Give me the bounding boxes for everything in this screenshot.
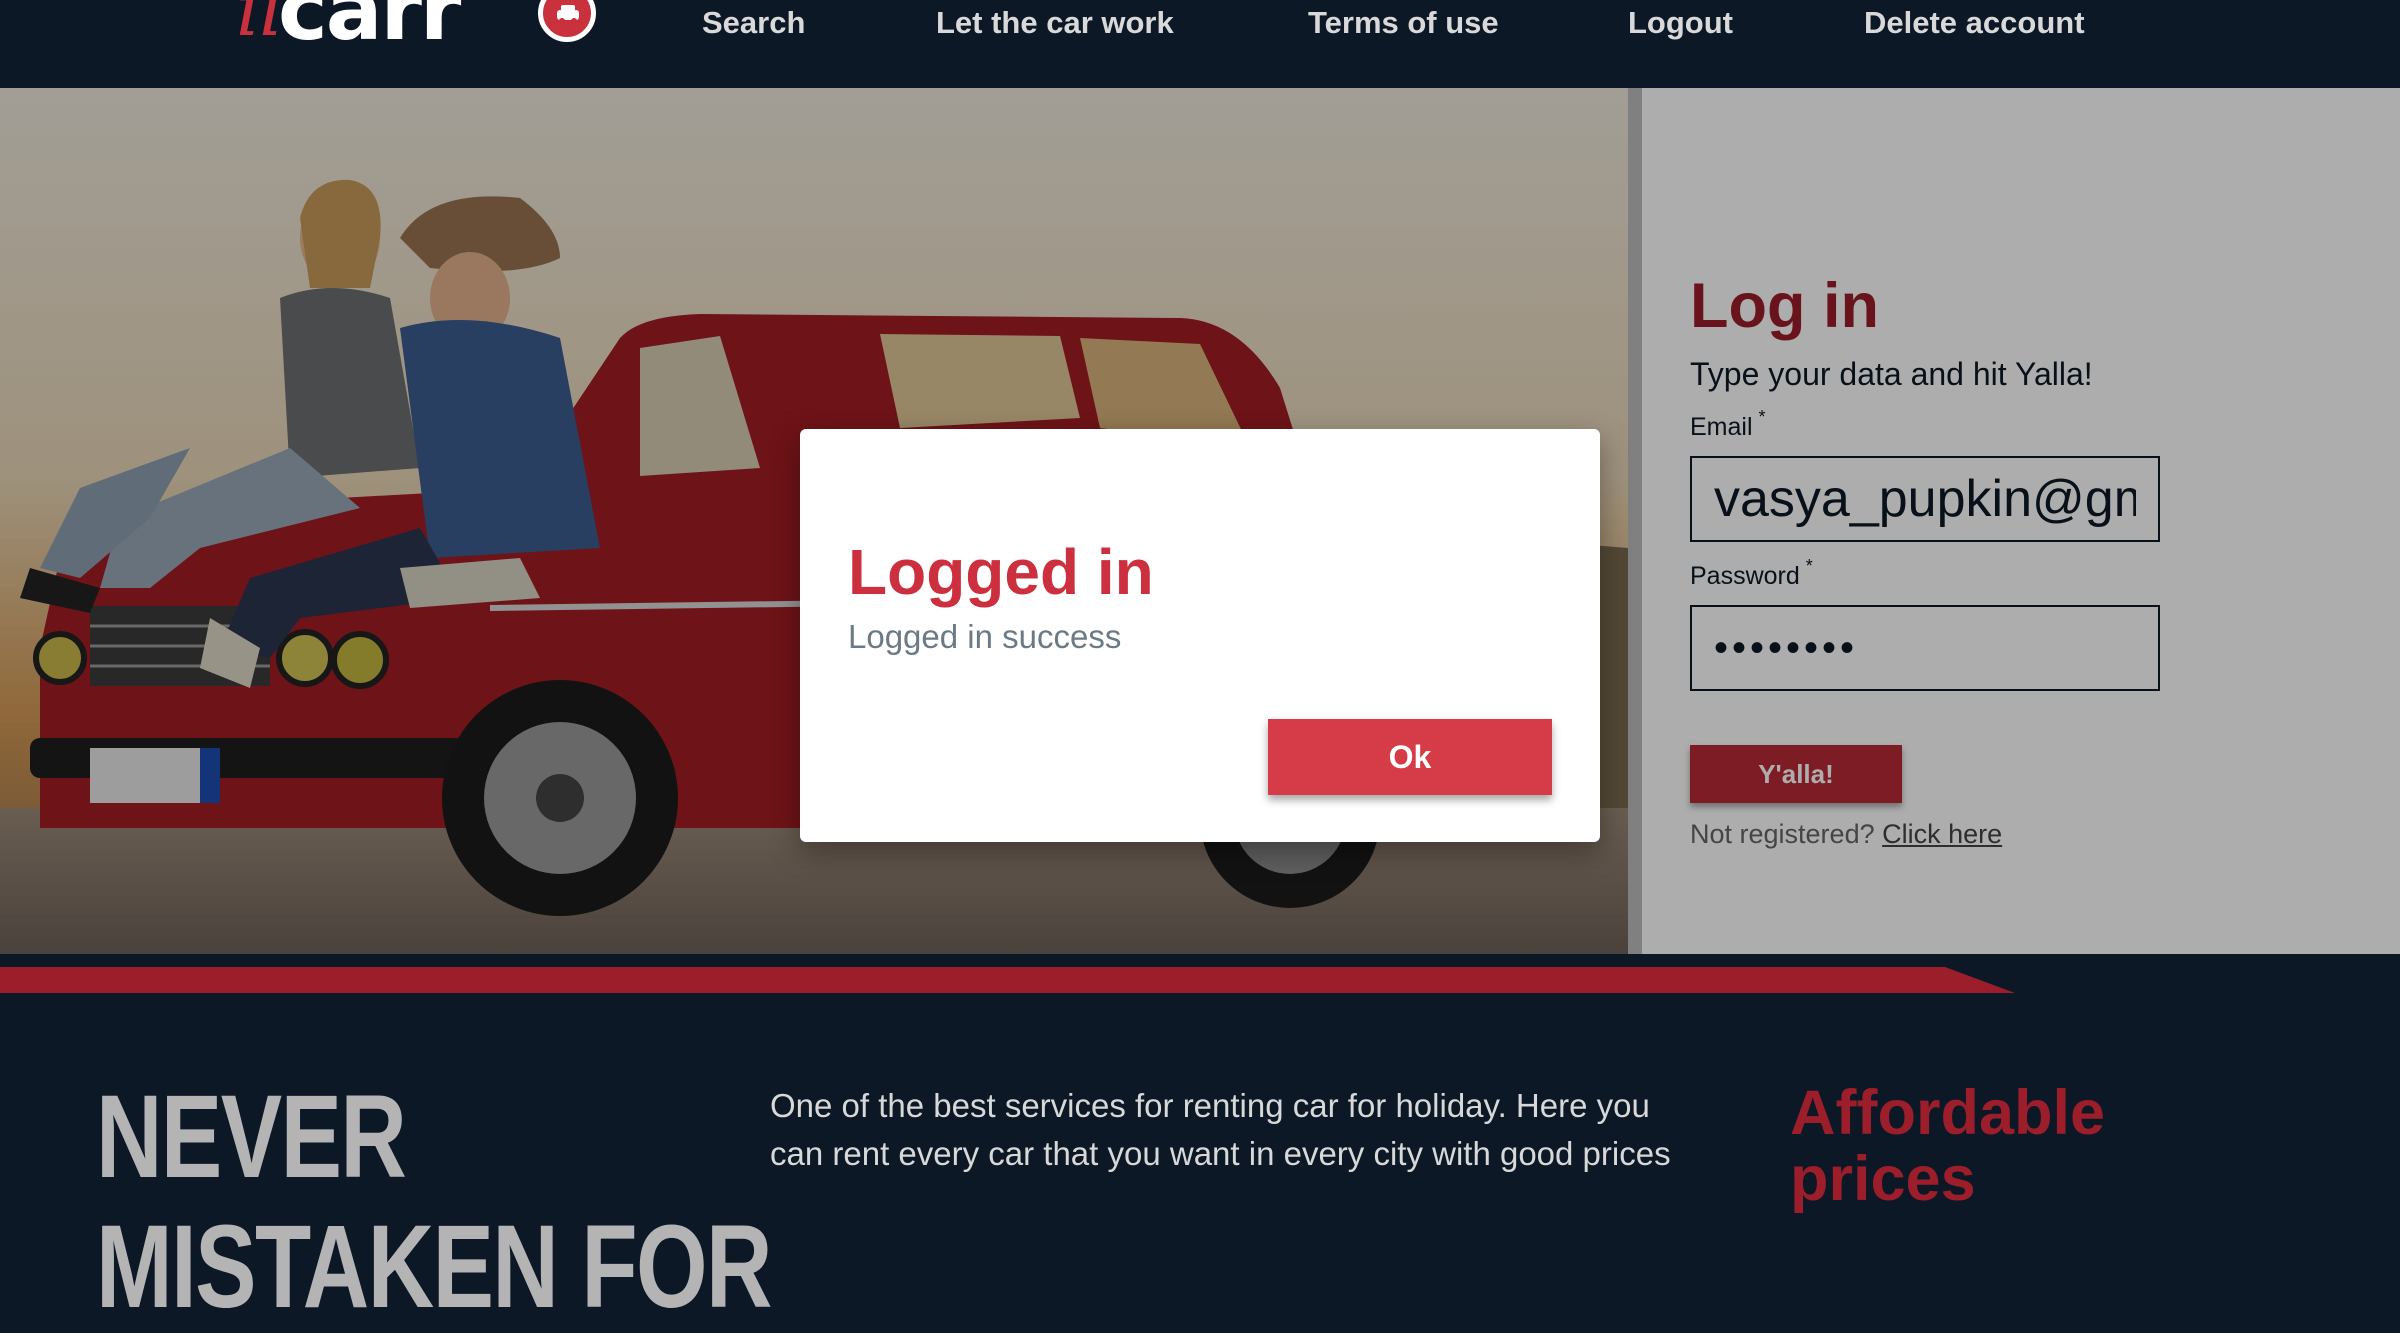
service-description: One of the best services for renting car… [770, 1087, 1671, 1172]
nav-let-the-car-work[interactable]: Let the car work [936, 0, 1174, 46]
slogan: NEVER MISTAKEN FOR [96, 1071, 773, 1333]
red-stripe [0, 967, 2015, 993]
nav-search[interactable]: Search [702, 0, 805, 46]
dialog-message: Logged in success [848, 618, 1122, 655]
dialog-title: Logged in [848, 536, 1154, 608]
nav-logout[interactable]: Logout [1628, 0, 1733, 46]
ok-button[interactable]: Ok [1268, 719, 1552, 795]
logo-prefix: il [236, 0, 284, 53]
nav-delete-account[interactable]: Delete account [1864, 0, 2085, 46]
logo-text: carr [278, 0, 461, 59]
car-icon [538, 0, 596, 42]
feature-title: Affordable prices [1790, 1078, 2105, 1214]
nav-terms-of-use[interactable]: Terms of use [1308, 0, 1499, 46]
header: il carr Search Let the car work Terms of… [0, 0, 2400, 88]
